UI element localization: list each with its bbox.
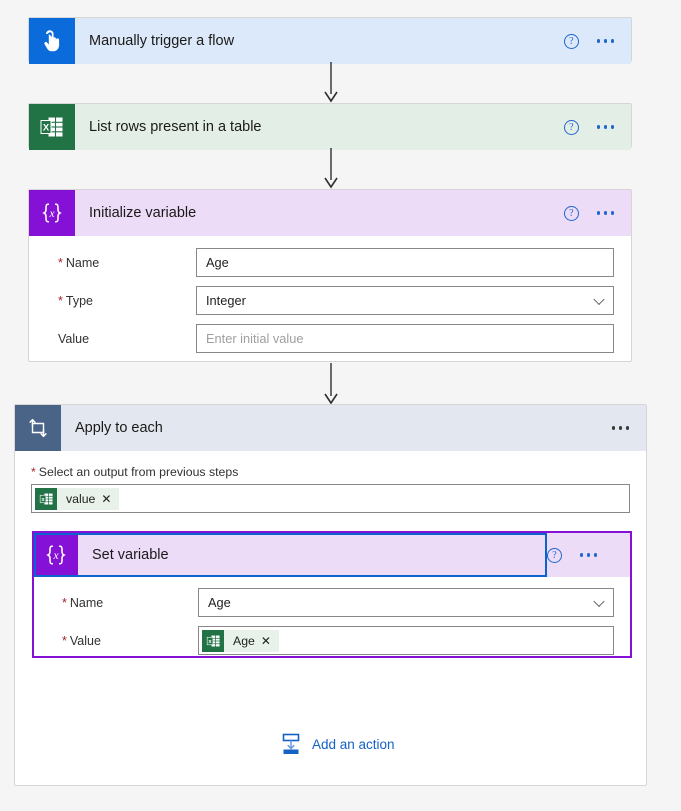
step-title: List rows present in a table: [89, 119, 262, 135]
initial-value-input[interactable]: Enter initial value: [196, 324, 614, 353]
apply-to-each-body: * Select an output from previous steps x…: [15, 451, 646, 513]
apply-to-each-header[interactable]: Apply to each: [15, 405, 646, 451]
close-icon[interactable]: ✕: [101, 493, 119, 505]
svg-text:x: x: [52, 550, 59, 562]
svg-text:x: x: [48, 208, 55, 220]
help-icon[interactable]: ?: [563, 205, 579, 221]
step-header-actions: ?: [563, 33, 631, 49]
set-variable-header-actions: ?: [547, 547, 613, 563]
connector-arrow: [324, 363, 338, 405]
set-variable-value-input[interactable]: x Age ✕: [198, 626, 614, 655]
excel-icon: X: [29, 104, 75, 150]
set-variable-name-value: Age: [208, 595, 231, 610]
add-an-action-button[interactable]: Add an action: [279, 732, 395, 756]
initial-value-placeholder: Enter initial value: [206, 331, 304, 346]
connector-arrow: [324, 62, 338, 103]
required-asterisk: *: [58, 255, 63, 270]
field-label-type: * Type: [58, 293, 93, 308]
more-commands-icon[interactable]: [611, 426, 629, 430]
required-asterisk: *: [62, 633, 67, 648]
apply-to-each-title: Apply to each: [75, 420, 163, 436]
connector-arrow: [324, 148, 338, 189]
token-chip-value[interactable]: x value ✕: [35, 487, 120, 510]
step-header[interactable]: x Initialize variable ?: [29, 190, 631, 236]
select-output-input[interactable]: x value ✕: [31, 484, 630, 513]
field-label-name: * Name: [62, 595, 104, 610]
required-asterisk: *: [31, 465, 36, 479]
set-variable-form: * Name Age * Value x Age ✕: [34, 577, 630, 669]
help-icon[interactable]: ?: [547, 547, 562, 563]
field-row-value: Value Enter initial value: [46, 324, 614, 353]
step-form: * Name Age * Type Integer Value Enter in…: [29, 236, 631, 369]
step-header-actions: ?: [563, 205, 631, 221]
required-asterisk: *: [58, 293, 63, 308]
name-input[interactable]: Age: [196, 248, 614, 277]
type-select-value: Integer: [206, 293, 246, 308]
name-input-value: Age: [206, 255, 229, 270]
field-row-type: * Type Integer: [46, 286, 614, 315]
svg-text:X: X: [43, 122, 50, 133]
more-commands-icon[interactable]: [580, 553, 598, 557]
field-row-name: * Name Age: [46, 248, 614, 277]
flow-step-manual-trigger[interactable]: Manually trigger a flow ?: [28, 17, 632, 64]
field-row-value: * Value x Age ✕: [50, 626, 614, 655]
variable-braces-icon: x: [29, 190, 75, 236]
set-variable-header[interactable]: x Set variable ?: [34, 533, 630, 577]
select-output-label: * Select an output from previous steps: [31, 465, 239, 479]
variable-braces-icon: x: [34, 533, 78, 577]
token-chip-label: Age: [233, 633, 255, 648]
loop-repeat-icon: [15, 405, 61, 451]
flow-step-set-variable[interactable]: x Set variable ? * Name Age * Value x Ag…: [32, 531, 632, 658]
touch-hand-icon: [29, 18, 75, 64]
step-header[interactable]: X List rows present in a table ?: [29, 104, 631, 150]
type-select[interactable]: Integer: [196, 286, 614, 315]
field-label-value: * Value: [62, 633, 101, 648]
chevron-down-icon: [593, 293, 605, 305]
set-variable-header-focus[interactable]: x Set variable: [34, 533, 547, 577]
close-icon[interactable]: ✕: [261, 635, 279, 647]
set-variable-name-select[interactable]: Age: [198, 588, 614, 617]
flow-designer-canvas: Manually trigger a flow ? X List rows pr…: [0, 0, 681, 811]
field-row-name: * Name Age: [50, 588, 614, 617]
step-title: Initialize variable: [89, 205, 197, 221]
token-chip-label: value: [66, 491, 96, 506]
flow-step-apply-to-each[interactable]: Apply to each * Select an output from pre…: [14, 404, 647, 786]
help-icon[interactable]: ?: [563, 33, 579, 49]
excel-icon: x: [35, 487, 57, 510]
step-title: Manually trigger a flow: [89, 33, 235, 49]
token-chip-age[interactable]: x Age ✕: [202, 629, 279, 652]
add-action-insert-icon: [279, 732, 303, 756]
step-header-actions: ?: [563, 119, 631, 135]
flow-step-initialize-variable[interactable]: x Initialize variable ? * Name Age * Type: [28, 189, 632, 362]
field-label-name: * Name: [58, 255, 100, 270]
add-an-action-label: Add an action: [312, 736, 395, 752]
field-label-value: Value: [58, 331, 90, 346]
flow-step-list-rows[interactable]: X List rows present in a table ?: [28, 103, 632, 150]
chevron-down-icon: [593, 595, 605, 607]
more-commands-icon[interactable]: [596, 211, 614, 215]
apply-to-each-header-actions: [611, 426, 646, 430]
more-commands-icon[interactable]: [596, 125, 614, 129]
excel-icon: x: [202, 629, 224, 652]
set-variable-title: Set variable: [92, 547, 169, 563]
required-asterisk: *: [62, 595, 67, 610]
more-commands-icon[interactable]: [596, 39, 614, 43]
help-icon[interactable]: ?: [563, 119, 579, 135]
step-header[interactable]: Manually trigger a flow ?: [29, 18, 631, 64]
